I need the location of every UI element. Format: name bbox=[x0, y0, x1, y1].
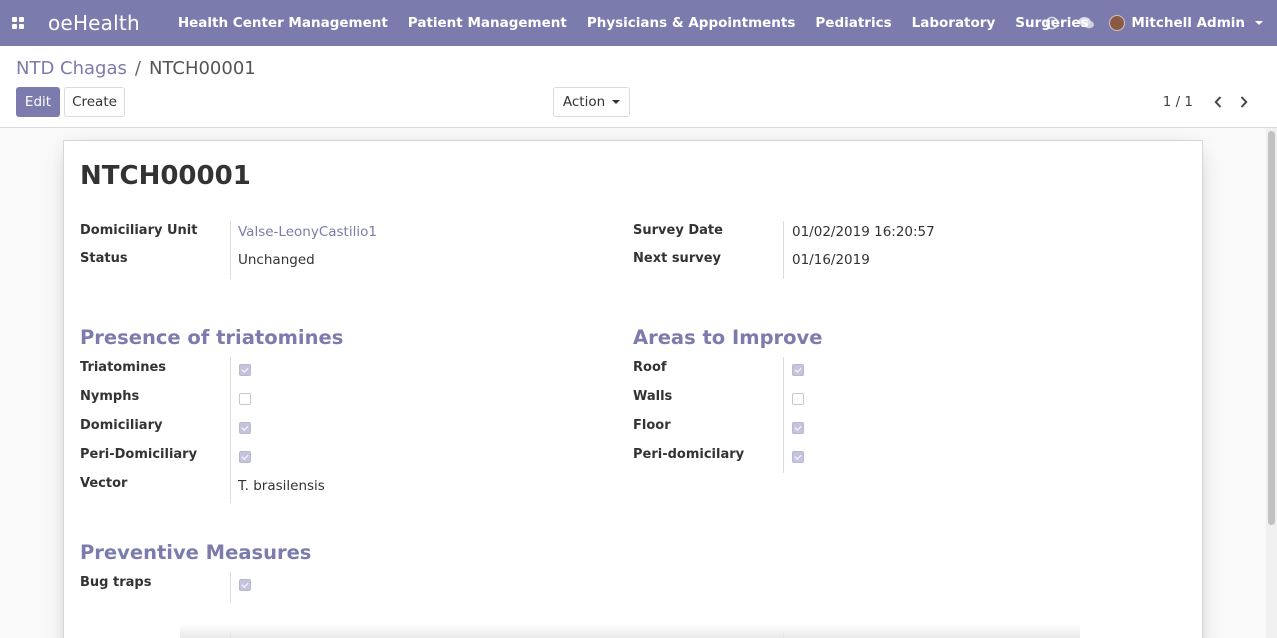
breadcrumb-separator: / bbox=[134, 58, 141, 79]
nymphs-label: Nymphs bbox=[80, 389, 140, 404]
survey-date-value: 01/02/2019 16:20:57 bbox=[792, 224, 935, 240]
apps-icon[interactable] bbox=[0, 0, 34, 46]
top-navbar: oeHealth Health Center Management Patien… bbox=[0, 0, 1277, 46]
peri-domicilary-label: Peri-domicilary bbox=[633, 447, 745, 462]
caret-down-icon bbox=[612, 100, 621, 104]
survey-date-label: Survey Date bbox=[633, 223, 723, 238]
triatomines-checkbox[interactable] bbox=[239, 364, 251, 376]
domiciliary-checkbox[interactable] bbox=[239, 422, 251, 434]
walls-label: Walls bbox=[633, 389, 673, 404]
create-button[interactable]: Create bbox=[64, 87, 125, 117]
field-divider bbox=[783, 221, 784, 279]
scrollbar[interactable] bbox=[1266, 128, 1277, 638]
avatar bbox=[1109, 15, 1126, 31]
status-label: Status bbox=[80, 251, 128, 266]
menu-laboratory[interactable]: Laboratory bbox=[902, 0, 1006, 46]
action-label: Action bbox=[562, 94, 606, 110]
next-survey-label: Next survey bbox=[633, 251, 721, 266]
menu-patient-management[interactable]: Patient Management bbox=[398, 0, 577, 46]
main-menu: Health Center Management Patient Managem… bbox=[168, 0, 1136, 46]
form-sheet: NTCH00001 Domiciliary Unit Status Valse-… bbox=[63, 140, 1203, 638]
bug-traps-label: Bug traps bbox=[80, 575, 152, 590]
status-value: Unchanged bbox=[238, 252, 315, 268]
chevron-right-icon bbox=[1240, 96, 1248, 108]
user-name: Mitchell Admin bbox=[1131, 15, 1245, 31]
user-menu[interactable]: Mitchell Admin bbox=[1103, 15, 1277, 31]
menu-health-center-management[interactable]: Health Center Management bbox=[168, 0, 398, 46]
pager: 1 / 1 bbox=[1163, 93, 1257, 111]
peri-domiciliary-label: Peri-Domiciliary bbox=[80, 447, 198, 462]
bug-traps-checkbox[interactable] bbox=[239, 579, 251, 591]
previous-record-button[interactable] bbox=[1205, 93, 1231, 111]
navbar-right: Mitchell Admin bbox=[1035, 0, 1277, 46]
next-survey-value: 01/16/2019 bbox=[792, 252, 870, 268]
field-divider bbox=[783, 357, 784, 473]
vector-label: Vector bbox=[80, 476, 128, 491]
field-divider bbox=[230, 572, 231, 602]
vector-value: T. brasilensis bbox=[238, 478, 325, 494]
pager-value[interactable]: 1 / 1 bbox=[1163, 94, 1193, 110]
preventive-section-title: Preventive Measures bbox=[80, 541, 312, 564]
menu-physicians-appointments[interactable]: Physicians & Appointments bbox=[577, 0, 806, 46]
edit-button[interactable]: Edit bbox=[16, 87, 60, 117]
domiciliary-unit-label: Domiciliary Unit bbox=[80, 223, 198, 238]
control-panel: NTD Chagas / NTCH00001 Edit Create Actio… bbox=[0, 46, 1277, 128]
floor-label: Floor bbox=[633, 418, 671, 433]
floor-checkbox[interactable] bbox=[792, 422, 804, 434]
areas-section-title: Areas to Improve bbox=[633, 326, 823, 349]
presence-section-title: Presence of triatomines bbox=[80, 326, 344, 349]
breadcrumb-parent-link[interactable]: NTD Chagas bbox=[16, 58, 127, 79]
clock-icon[interactable] bbox=[1035, 0, 1069, 46]
triatomines-label: Triatomines bbox=[80, 360, 167, 375]
nymphs-checkbox[interactable] bbox=[239, 393, 251, 405]
action-dropdown-button[interactable]: Action bbox=[553, 87, 630, 117]
menu-pediatrics[interactable]: Pediatrics bbox=[805, 0, 901, 46]
record-title: NTCH00001 bbox=[80, 161, 251, 191]
breadcrumb: NTD Chagas / NTCH00001 bbox=[16, 58, 256, 79]
peri-domicilary-checkbox[interactable] bbox=[792, 451, 804, 463]
peri-domiciliary-checkbox[interactable] bbox=[239, 451, 251, 463]
roof-checkbox[interactable] bbox=[792, 364, 804, 376]
next-record-button[interactable] bbox=[1231, 93, 1257, 111]
field-divider bbox=[230, 221, 231, 279]
chat-icon[interactable] bbox=[1069, 0, 1103, 46]
roof-label: Roof bbox=[633, 360, 667, 375]
chevron-down-icon bbox=[1255, 21, 1263, 25]
chevron-left-icon bbox=[1214, 96, 1222, 108]
breadcrumb-current: NTCH00001 bbox=[148, 58, 256, 79]
domiciliary-unit-link[interactable]: Valse-LeonyCastilio1 bbox=[238, 224, 377, 240]
scroll-shadow bbox=[180, 624, 1080, 638]
brand-logo[interactable]: oeHealth bbox=[48, 11, 140, 35]
scrollbar-thumb[interactable] bbox=[1268, 131, 1275, 525]
field-divider bbox=[230, 357, 231, 503]
walls-checkbox[interactable] bbox=[792, 393, 804, 405]
domiciliary-label: Domiciliary bbox=[80, 418, 163, 433]
